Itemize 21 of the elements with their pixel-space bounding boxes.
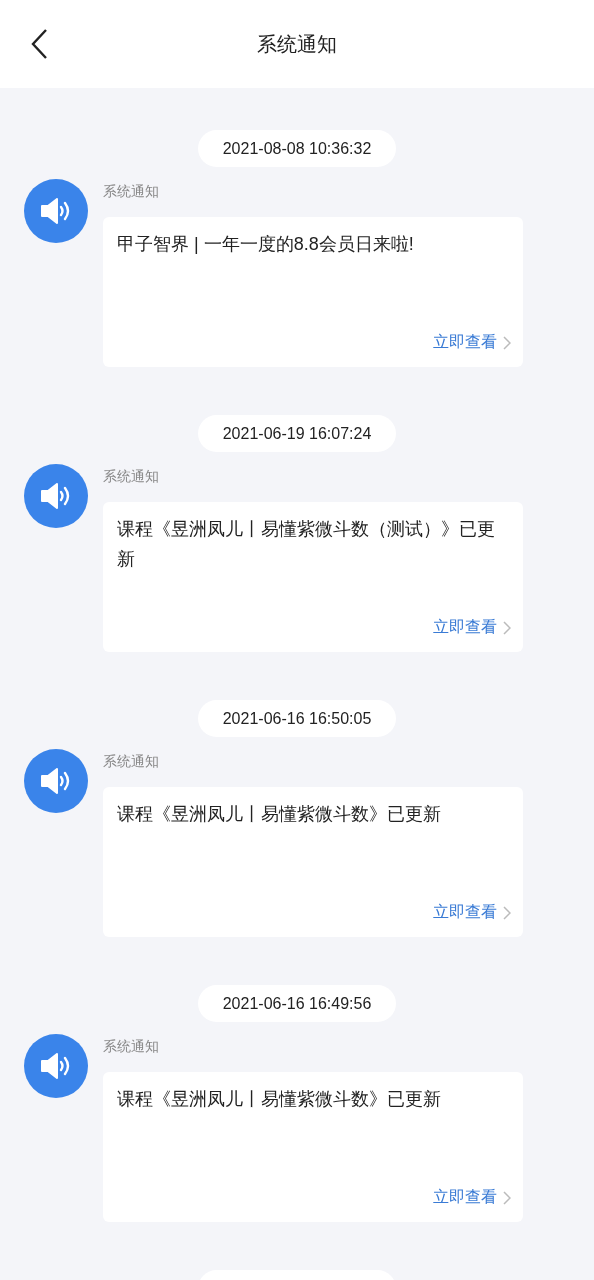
chevron-right-icon	[503, 620, 511, 635]
timestamp-label: 2021-06-19 16:07:24	[198, 415, 396, 452]
timestamp-label: 2021-06-16 16:50:05	[198, 700, 396, 737]
sender-name: 系统通知	[103, 467, 159, 486]
notice-message: 课程《昱洲凤儿丨易懂紫微斗数》已更新	[117, 1088, 441, 1111]
chevron-right-icon	[503, 1190, 511, 1205]
notice-message: 甲子智界 | 一年一度的8.8会员日来啦!	[117, 233, 414, 256]
timestamp-label: 2021-06-16 16:49:56	[198, 985, 396, 1022]
page-title: 系统通知	[257, 31, 337, 57]
view-now-link[interactable]: 立即查看	[433, 617, 511, 638]
view-now-link[interactable]: 立即查看	[433, 332, 511, 353]
chevron-right-icon	[503, 335, 511, 350]
sender-name: 系统通知	[103, 752, 159, 771]
view-now-link[interactable]: 立即查看	[433, 1187, 511, 1208]
sender-name: 系统通知	[103, 1037, 159, 1056]
notice-message: 课程《昱洲凤儿丨易懂紫微斗数（测试）》已更新	[117, 518, 496, 571]
chevron-right-icon	[503, 905, 511, 920]
notice-message: 课程《昱洲凤儿丨易懂紫微斗数》已更新	[117, 803, 441, 826]
sender-name: 系统通知	[103, 182, 159, 201]
view-now-link[interactable]: 立即查看	[433, 902, 511, 923]
timestamp-label: 2021-08-08 10:36:32	[198, 130, 396, 167]
